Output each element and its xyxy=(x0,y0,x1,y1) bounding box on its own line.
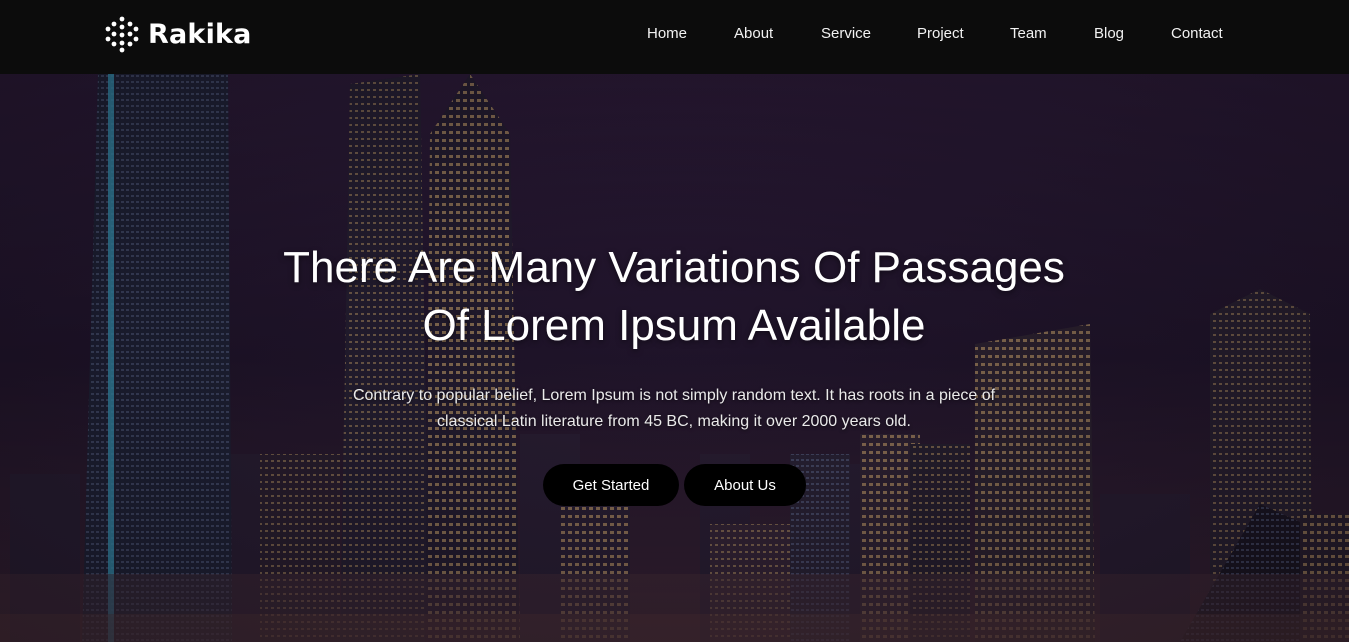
nav-about[interactable]: About xyxy=(734,25,773,42)
nav-contact[interactable]: Contact xyxy=(1171,25,1223,42)
hero-dark-overlay xyxy=(0,74,1349,642)
nav-team[interactable]: Team xyxy=(1010,25,1047,42)
hero-title: There Are Many Variations Of Passages Of… xyxy=(174,239,1174,355)
hero-subtitle: Contrary to popular belief, Lorem Ipsum … xyxy=(324,383,1024,435)
hero-title-line1: There Are Many Variations Of Passages xyxy=(283,243,1065,292)
nav-home[interactable]: Home xyxy=(647,25,687,42)
nav-blog[interactable]: Blog xyxy=(1094,25,1124,42)
nav-service[interactable]: Service xyxy=(821,25,871,42)
about-us-button[interactable]: About Us xyxy=(684,464,806,506)
main-nav: Home About Service Project Team Blog Con… xyxy=(0,0,1349,74)
get-started-button[interactable]: Get Started xyxy=(543,464,679,506)
nav-project[interactable]: Project xyxy=(917,25,964,42)
site-header: Rakika Home About Service Project Team B… xyxy=(0,0,1349,74)
hero-section: There Are Many Variations Of Passages Of… xyxy=(0,74,1349,642)
hero-subtitle-line1: Contrary to popular belief, Lorem Ipsum … xyxy=(352,387,996,404)
hero-subtitle-line2: classical Latin literature from 45 BC, m… xyxy=(437,413,911,430)
hero-title-line2: Of Lorem Ipsum Available xyxy=(422,301,926,350)
